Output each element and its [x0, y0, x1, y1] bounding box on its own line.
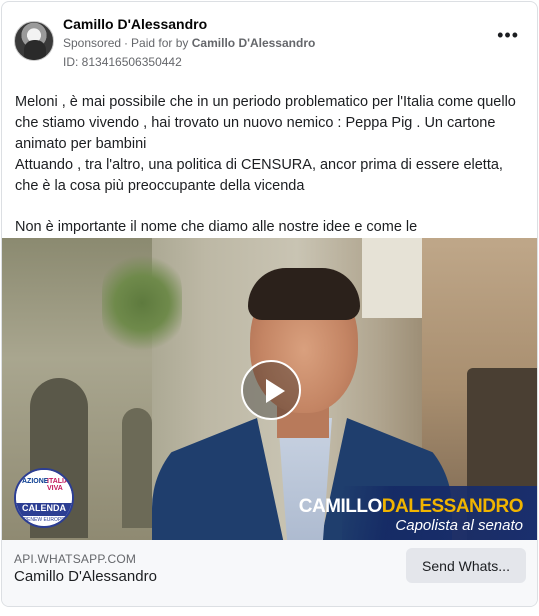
link-footer[interactable]: API.WHATSAPP.COM Camillo D'Alessandro Se… — [2, 540, 537, 606]
caption-subtitle: Capolista al senato — [395, 517, 523, 534]
paid-for-prefix: Paid for by — [131, 36, 189, 50]
archway — [122, 408, 152, 528]
link-title: Camillo D'Alessandro — [14, 568, 157, 585]
separator-dot: · — [124, 36, 129, 50]
post-header: Camillo D'Alessandro Sponsored · Paid for … — [2, 2, 537, 84]
caption-name-first: CAMILLO — [298, 496, 383, 517]
play-icon[interactable] — [241, 360, 301, 420]
caption-name: CAMILLODALESSANDRO — [298, 496, 524, 518]
logo-calenda-text: CALENDA — [22, 503, 66, 513]
paid-for-name: Camillo D'Alessandro — [191, 36, 316, 50]
link-domain: API.WHATSAPP.COM — [14, 552, 137, 566]
avatar-figure — [24, 40, 46, 60]
person-hair — [248, 268, 360, 320]
video-player[interactable]: AZIONE ITALIA VIVA CALENDA RENEW EUROPE … — [2, 238, 537, 540]
logo-italia-viva-text: ITALIA VIVA — [47, 478, 69, 492]
post-text: Meloni , è mai possibile che in un perio… — [15, 92, 530, 259]
sponsored-line: Sponsored · Paid for by Camillo D'Alessand… — [63, 36, 315, 50]
ad-card: Camillo D'Alessandro Sponsored · Paid for … — [1, 1, 538, 607]
ad-id: ID: 813416506350442 — [63, 55, 182, 69]
send-whatsapp-button[interactable]: Send Whats... — [406, 548, 526, 583]
post-paragraph-1: Meloni , è mai possibile che in un perio… — [15, 94, 516, 152]
party-logo: AZIONE ITALIA VIVA CALENDA RENEW EUROPE — [14, 468, 74, 528]
advertiser-name[interactable]: Camillo D'Alessandro — [63, 16, 207, 32]
plants — [102, 248, 182, 358]
caption-name-last: DALESSANDRO — [381, 496, 524, 517]
advertiser-avatar[interactable] — [14, 21, 54, 61]
post-paragraph-2: Attuando , tra l'altro, una politica di … — [15, 157, 503, 194]
more-horizontal-icon[interactable]: ••• — [497, 26, 519, 44]
logo-azione-text: AZIONE — [22, 478, 49, 485]
sponsored-label: Sponsored — [63, 36, 122, 50]
logo-sub-text: RENEW EUROPE — [23, 517, 65, 523]
